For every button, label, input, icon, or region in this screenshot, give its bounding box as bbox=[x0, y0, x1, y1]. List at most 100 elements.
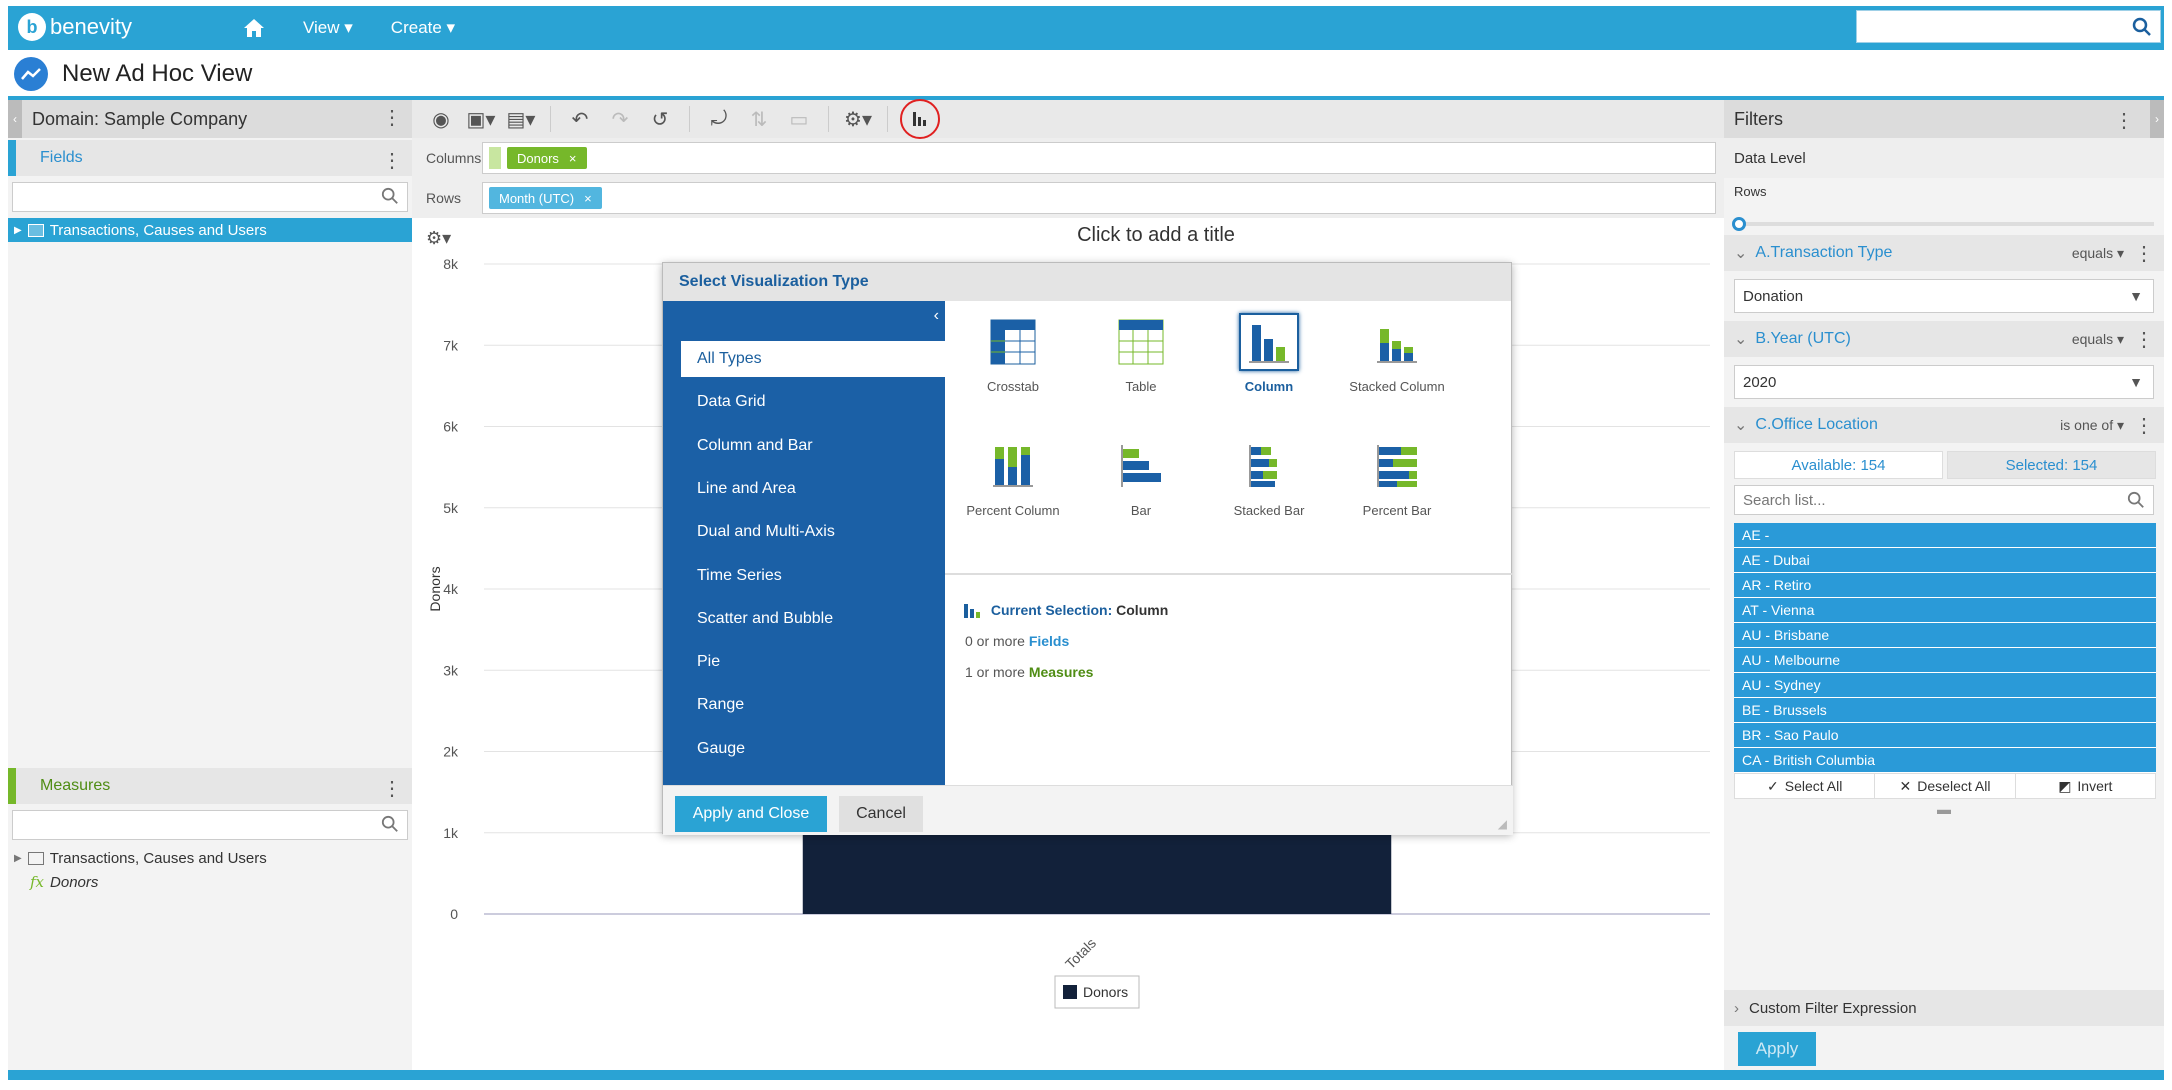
apply-filters-button[interactable]: Apply bbox=[1738, 1032, 1816, 1066]
undo-all-icon[interactable]: ↺ bbox=[643, 104, 677, 134]
location-list-item[interactable]: AT - Vienna bbox=[1734, 598, 2156, 623]
benevity-logo[interactable]: b benevity bbox=[18, 12, 132, 42]
collapse-left-icon[interactable]: ‹ bbox=[8, 100, 22, 138]
redo-icon[interactable]: ↷ bbox=[603, 104, 637, 134]
viz-category-item[interactable]: Column and Bar bbox=[681, 428, 945, 464]
viz-category-item[interactable]: Gauge bbox=[681, 731, 945, 767]
undo-icon[interactable]: ↶ bbox=[563, 104, 597, 134]
collapse-bar: ‹ bbox=[663, 301, 945, 333]
chevron-down-icon[interactable]: ⌄ bbox=[1734, 329, 1747, 349]
expand-icon[interactable]: ▶ bbox=[14, 225, 22, 236]
remove-icon[interactable]: × bbox=[569, 151, 577, 166]
viz-option[interactable]: Percent Column bbox=[953, 437, 1073, 547]
list-search-input[interactable]: Search list... bbox=[1734, 485, 2154, 515]
custom-filter-expression[interactable]: › Custom Filter Expression bbox=[1724, 990, 2164, 1026]
viz-option[interactable]: Stacked Column bbox=[1337, 313, 1457, 423]
measures-search-input[interactable] bbox=[12, 810, 408, 840]
filter-menu-icon[interactable]: ⋮ bbox=[2134, 241, 2154, 266]
data-level-slider[interactable] bbox=[1732, 217, 2154, 231]
chart-title-placeholder[interactable]: Click to add a title bbox=[1026, 224, 1286, 247]
year-select[interactable]: 2020 ▼ bbox=[1734, 365, 2154, 399]
viz-category-item[interactable]: All Types bbox=[681, 341, 945, 377]
domain-menu-icon[interactable]: ⋮ bbox=[382, 108, 402, 128]
chart-type-icon[interactable] bbox=[900, 99, 940, 139]
select-all-button[interactable]: ✓ Select All bbox=[1735, 774, 1876, 798]
sort-icon[interactable]: ⇅ bbox=[742, 104, 776, 134]
export-icon[interactable]: ▤▾ bbox=[504, 104, 538, 134]
search-icon[interactable] bbox=[2127, 491, 2145, 509]
viz-option[interactable]: Table bbox=[1081, 313, 1201, 423]
location-list-item[interactable]: AU - Melbourne bbox=[1734, 648, 2156, 673]
invert-button[interactable]: ◩ Invert bbox=[2016, 774, 2155, 798]
location-list-item[interactable]: BE - Brussels bbox=[1734, 698, 2156, 723]
pivot-icon[interactable]: ⤾ bbox=[702, 104, 736, 134]
columns-drop-zone[interactable]: Donors × bbox=[482, 142, 1716, 174]
rows-drop-zone[interactable]: Month (UTC) × bbox=[482, 182, 1716, 214]
location-list-item[interactable]: CA - British Columbia bbox=[1734, 748, 2156, 773]
location-list-item[interactable]: BR - Sao Paulo bbox=[1734, 723, 2156, 748]
slider-handle[interactable] bbox=[1732, 217, 1746, 231]
filter-operator[interactable]: equals ▾ bbox=[2072, 331, 2124, 348]
field-pill-month[interactable]: Month (UTC) × bbox=[489, 187, 602, 209]
viz-category-item[interactable]: Scatter and Bubble bbox=[681, 601, 945, 637]
resize-grip-icon[interactable]: ◢ bbox=[1498, 817, 1507, 831]
viz-category-item[interactable]: Range bbox=[681, 687, 945, 723]
global-search-input[interactable] bbox=[1856, 10, 2161, 43]
location-list-item[interactable]: AE - Dubai bbox=[1734, 548, 2156, 573]
expand-icon[interactable]: ▶ bbox=[14, 853, 22, 864]
input-controls-icon[interactable]: ▭ bbox=[782, 104, 816, 134]
gear-icon[interactable]: ⚙▾ bbox=[841, 104, 875, 134]
deselect-all-button[interactable]: ✕ Deselect All bbox=[1875, 774, 2016, 798]
filter-operator[interactable]: is one of ▾ bbox=[2060, 417, 2124, 434]
location-list-item[interactable]: AU - Sydney bbox=[1734, 673, 2156, 698]
search-icon[interactable] bbox=[381, 187, 399, 205]
viz-category-item[interactable]: Data Grid bbox=[681, 384, 945, 420]
viz-type-icon bbox=[1111, 437, 1171, 495]
filter-operator[interactable]: equals ▾ bbox=[2072, 245, 2124, 262]
viz-category-item[interactable]: Line and Area bbox=[681, 471, 945, 507]
create-menu[interactable]: Create ▾ bbox=[391, 18, 455, 38]
field-pill-donors[interactable]: Donors × bbox=[507, 147, 587, 169]
fields-tree-item[interactable]: ▶ Transactions, Causes and Users bbox=[8, 218, 412, 242]
collapse-right-icon[interactable]: › bbox=[2150, 100, 2164, 138]
chevron-down-icon[interactable]: ⌄ bbox=[1734, 415, 1747, 435]
fields-search-input[interactable] bbox=[12, 182, 408, 212]
chevron-down-icon[interactable]: ⌄ bbox=[1734, 243, 1747, 263]
transaction-type-select[interactable]: Donation ▼ bbox=[1734, 279, 2154, 313]
viz-category-item[interactable]: Pie bbox=[681, 644, 945, 680]
chevron-left-icon[interactable]: ‹ bbox=[934, 307, 939, 325]
resize-handle[interactable]: ▬ bbox=[1724, 801, 2164, 817]
viz-option[interactable]: Column bbox=[1209, 313, 1329, 423]
viz-option[interactable]: Crosstab bbox=[953, 313, 1073, 423]
viz-option[interactable]: Bar bbox=[1081, 437, 1201, 547]
filter-menu-icon[interactable]: ⋮ bbox=[2134, 413, 2154, 438]
fields-menu-icon[interactable]: ⋮ bbox=[382, 148, 402, 173]
eye-icon[interactable]: ◉ bbox=[424, 104, 458, 134]
viz-category-item[interactable]: Dual and Multi-Axis bbox=[681, 514, 945, 550]
viz-option[interactable]: Percent Bar bbox=[1337, 437, 1457, 547]
measure-donors[interactable]: fx Donors bbox=[8, 870, 412, 894]
tab-selected[interactable]: Selected: 154 bbox=[1947, 451, 2156, 479]
search-icon[interactable] bbox=[381, 815, 399, 833]
search-icon[interactable] bbox=[2132, 17, 2152, 37]
filter-menu-icon[interactable]: ⋮ bbox=[2134, 327, 2154, 352]
main-nav: View ▾ Create ▾ bbox=[243, 14, 455, 42]
location-list-item[interactable]: AE - bbox=[1734, 523, 2156, 548]
location-list-item[interactable]: AR - Retiro bbox=[1734, 573, 2156, 598]
custom-filter-label: Custom Filter Expression bbox=[1749, 999, 1917, 1017]
apply-and-close-button[interactable]: Apply and Close bbox=[675, 796, 827, 832]
tab-available[interactable]: Available: 154 bbox=[1734, 451, 1943, 479]
drag-handle-icon[interactable] bbox=[489, 147, 501, 169]
filters-menu-icon[interactable]: ⋮ bbox=[2114, 108, 2134, 133]
save-icon[interactable]: ▣▾ bbox=[464, 104, 498, 134]
remove-icon[interactable]: × bbox=[584, 191, 592, 206]
home-icon[interactable] bbox=[243, 18, 265, 38]
viz-category-item[interactable]: Time Series bbox=[681, 558, 945, 594]
view-menu[interactable]: View ▾ bbox=[303, 18, 353, 38]
location-list-item[interactable]: AU - Brisbane bbox=[1734, 623, 2156, 648]
viz-type-icon bbox=[1239, 313, 1299, 371]
measures-tree-item[interactable]: ▶ Transactions, Causes and Users bbox=[8, 846, 412, 870]
cancel-button[interactable]: Cancel bbox=[839, 796, 923, 832]
measures-menu-icon[interactable]: ⋮ bbox=[382, 776, 402, 801]
viz-option[interactable]: Stacked Bar bbox=[1209, 437, 1329, 547]
